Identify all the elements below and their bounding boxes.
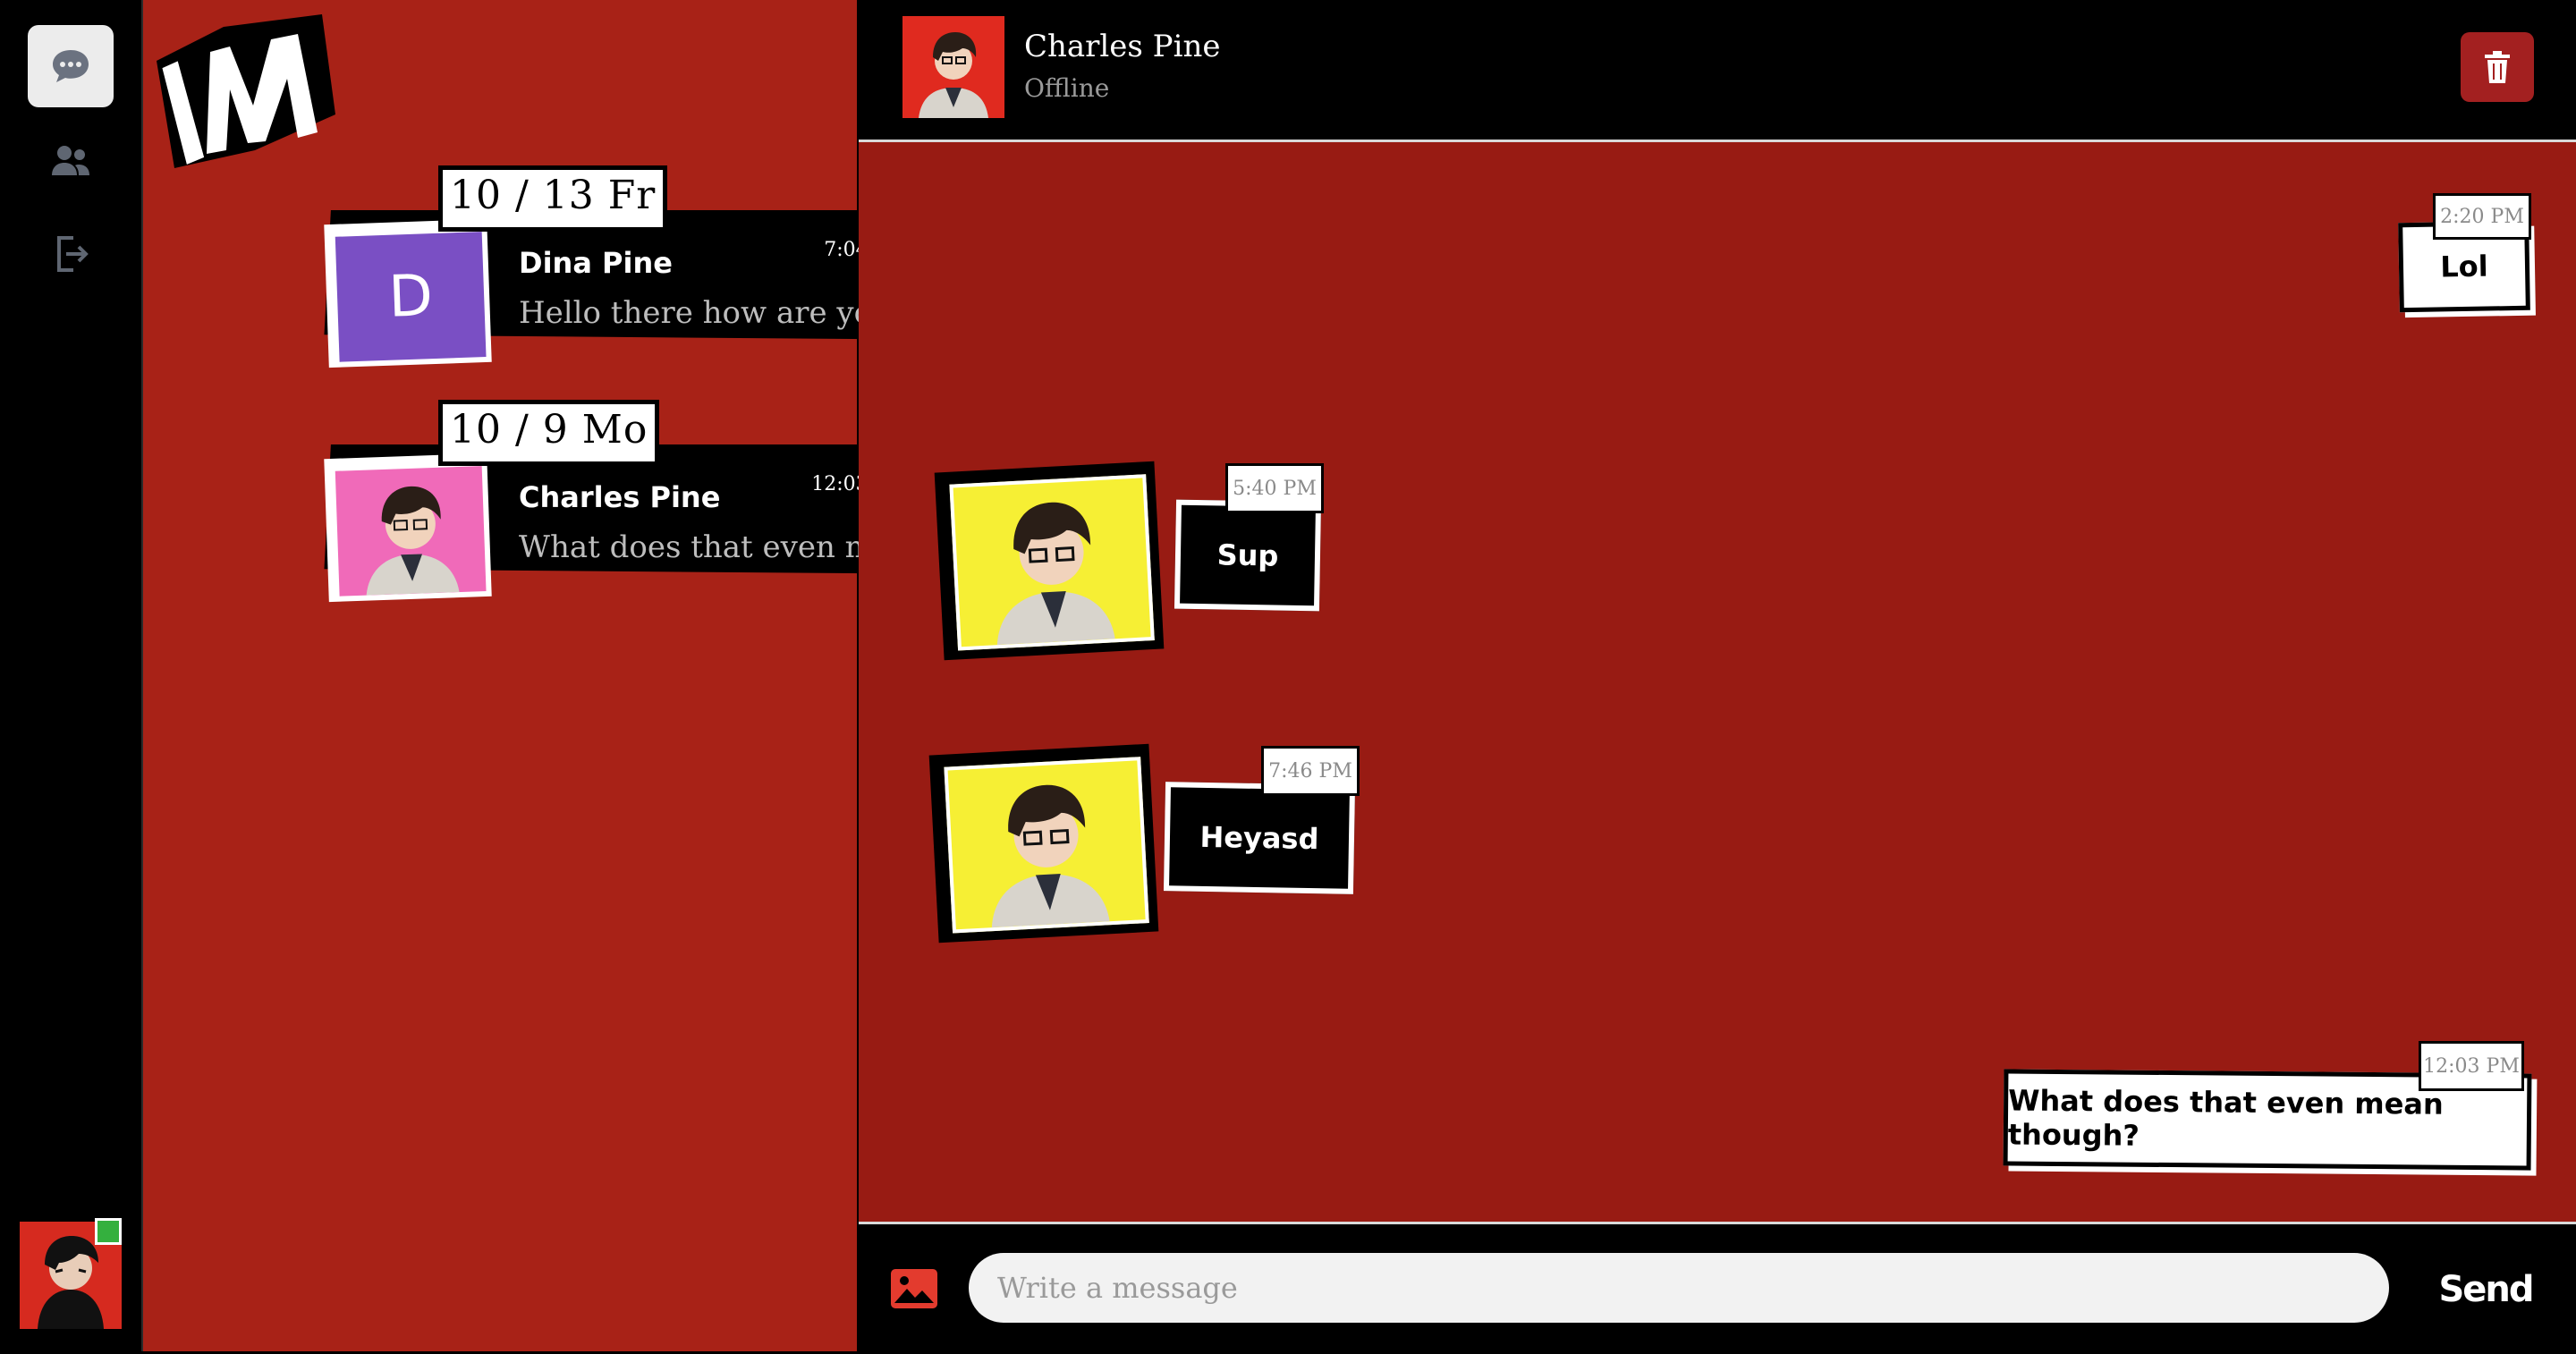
message-timestamp: 12:03 PM (2419, 1041, 2524, 1091)
message-timestamp: 7:46 PM (1261, 746, 1360, 796)
contact-portrait-icon (996, 502, 1115, 646)
message-bubble-incoming: Sup (1174, 499, 1322, 612)
nav-logout-button[interactable] (28, 213, 114, 295)
contact-portrait-icon (919, 32, 988, 118)
send-button[interactable]: Send (2436, 1258, 2535, 1321)
contact-portrait-icon (366, 486, 460, 596)
conversation-name: Dina Pine (519, 246, 673, 280)
online-status-indicator (95, 1218, 122, 1245)
contact-avatar (902, 16, 1004, 118)
sender-portrait (934, 461, 1165, 661)
trash-icon (2485, 51, 2510, 83)
chat-header: Charles Pine Offline (859, 0, 2576, 142)
message-text: Sup (1216, 537, 1279, 573)
conversation-date: 10 / 13 Fr (438, 165, 668, 232)
contact-status: Offline (1024, 73, 1110, 103)
chat-bubble-icon (53, 50, 89, 82)
message-input[interactable] (969, 1253, 2389, 1323)
sender-portrait (928, 743, 1159, 944)
sign-out-icon (57, 236, 89, 272)
conversation-name: Charles Pine (519, 480, 721, 514)
attach-image-button[interactable] (889, 1267, 939, 1310)
nav-chats-button[interactable] (28, 25, 114, 107)
message-bubble-incoming: Heyasd (1163, 782, 1356, 894)
message-text: What does that even mean though? (2007, 1083, 2444, 1153)
delete-conversation-button[interactable] (2461, 32, 2534, 102)
conversation-list: IM D 10 / 13 Fr Dina Pine 7:04 PM Hello … (143, 0, 984, 1351)
conversation-date: 10 / 9 Mo (438, 400, 660, 466)
contact-portrait-icon (991, 784, 1110, 928)
nav-rail (0, 0, 143, 1351)
contact-name: Charles Pine (1024, 29, 1221, 64)
chat-pane: Charles Pine Offline Lol 2:20 PM Sup 5:4… (859, 0, 2576, 1354)
message-timestamp: 5:40 PM (1225, 463, 1324, 513)
nav-contacts-button[interactable] (28, 120, 114, 202)
app-logo: IM (157, 14, 335, 168)
message-text: Lol (2440, 249, 2488, 284)
message-text: Heyasd (1199, 819, 1319, 857)
conversation-avatar (324, 453, 492, 603)
conversation-avatar: D (324, 218, 492, 368)
image-icon (891, 1269, 937, 1308)
message-composer: Send (859, 1222, 2576, 1354)
users-icon (52, 146, 89, 175)
message-timestamp: 2:20 PM (2433, 193, 2531, 240)
avatar-initial: D (387, 263, 435, 331)
